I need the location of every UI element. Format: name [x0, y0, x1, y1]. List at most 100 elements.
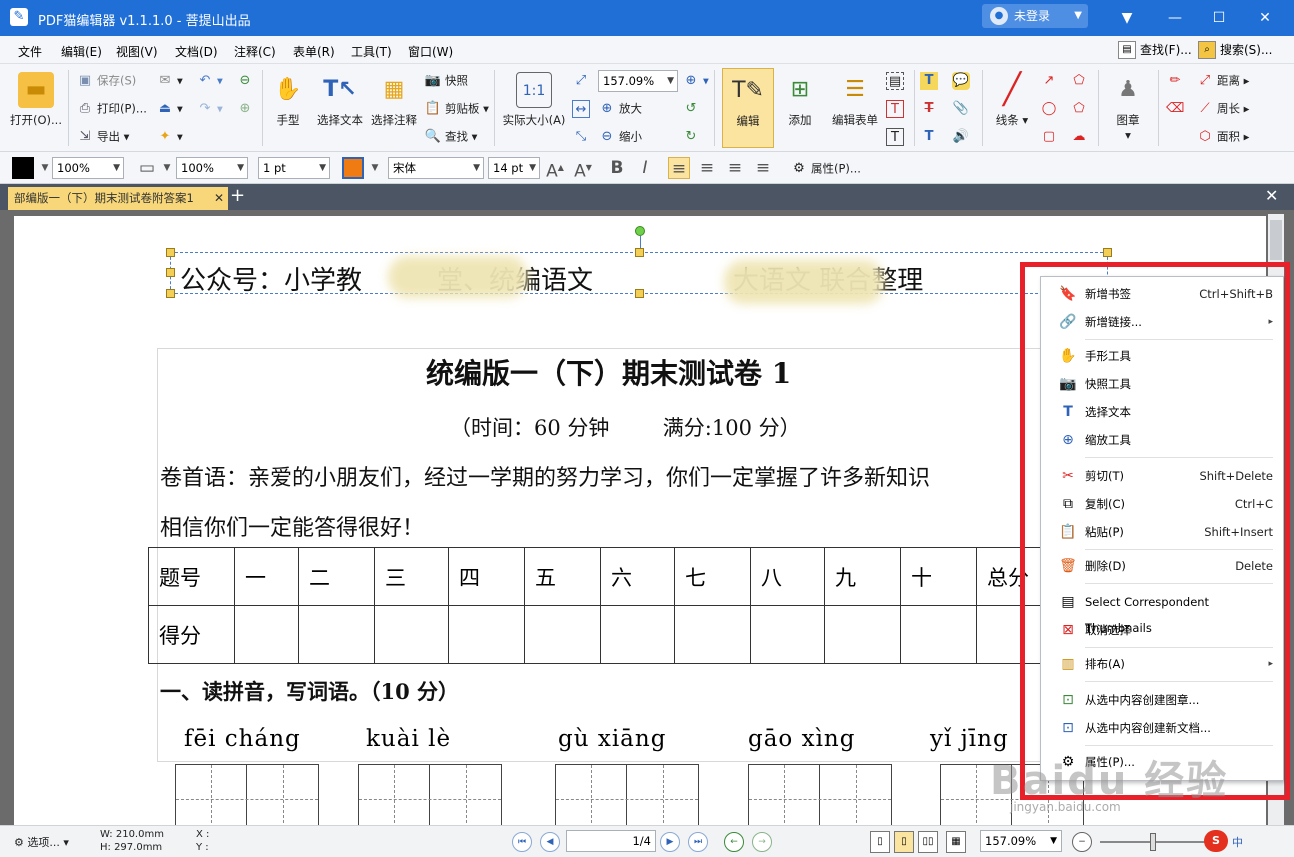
eraser-button[interactable]: ⌫	[1166, 100, 1187, 118]
font-size-select[interactable]: 14 pt ▼	[488, 157, 540, 179]
actual-size-button[interactable]: 1:1 实际大小(A)	[500, 72, 568, 128]
clipboard-button[interactable]: 📋 剪贴板 ▾	[424, 100, 489, 118]
menu-item-create-document[interactable]: ⊡ 从选中内容创建新文档...	[1047, 715, 1275, 741]
zoom-select[interactable]: 157.09% ▼	[980, 830, 1062, 852]
menu-window[interactable]: 窗口(W)	[408, 43, 453, 60]
add-tab-icon[interactable]: +	[230, 186, 245, 206]
menu-item-new-link[interactable]: 🔗 新增链接... ▸	[1047, 309, 1275, 335]
menu-view[interactable]: 视图(V)	[116, 43, 158, 60]
menu-item-new-bookmark[interactable]: 🔖 新增书签 Ctrl+Shift+B	[1047, 281, 1275, 307]
open-button[interactable]: ▬ 打开(O)...	[8, 72, 64, 128]
fit-visible-button[interactable]: ⤡	[572, 128, 593, 146]
close-icon[interactable]: ✕	[214, 187, 224, 210]
resize-handle[interactable]	[1103, 248, 1112, 257]
italic-icon[interactable]: I	[634, 157, 656, 179]
text-color-swatch[interactable]	[342, 157, 364, 179]
search-menu-button[interactable]: ⌕ 搜索(S)...	[1198, 40, 1272, 60]
font-family-select[interactable]: 宋体 ▼	[388, 157, 484, 179]
align-left-icon[interactable]: ≡	[668, 157, 690, 179]
options-button[interactable]: ⚙ 选项... ▾	[14, 834, 69, 850]
arrow-tool-button[interactable]: ↗	[1040, 72, 1061, 90]
menu-item-deselect[interactable]: ⊠ 取消选择	[1047, 617, 1275, 643]
zoom-out-button[interactable]: −	[1072, 832, 1092, 852]
new-doc-button[interactable]: ✦ ▾	[156, 128, 183, 146]
rotate-left-button[interactable]: ↺	[682, 100, 703, 118]
menu-edit[interactable]: 编辑(E)	[61, 43, 102, 60]
attach-button[interactable]: 📎	[952, 100, 973, 118]
scrollbar-thumb[interactable]	[1270, 220, 1282, 260]
chevron-down-icon[interactable]: ▼	[156, 157, 178, 179]
add-button[interactable]: ⊞ 添加	[776, 72, 824, 128]
underline-button[interactable]: T	[920, 128, 941, 146]
snapshot-button[interactable]: 📷 快照	[424, 72, 468, 90]
menu-document[interactable]: 文档(D)	[175, 43, 218, 60]
menu-item-cut[interactable]: ✂ 剪切(T) Shift+Delete	[1047, 463, 1275, 489]
menu-item-select-thumbnails[interactable]: ▤ Select Correspondent Thumbnails	[1047, 589, 1275, 635]
back-view-button[interactable]: ←	[724, 832, 744, 852]
pencil-button[interactable]: ✏	[1166, 72, 1187, 90]
stroke-color-icon[interactable]: ▭	[136, 157, 158, 179]
resize-handle[interactable]	[166, 268, 175, 277]
properties-button[interactable]: ⚙ 属性(P)...	[790, 160, 861, 178]
find-menu-button[interactable]: ▤ 查找(F)...	[1118, 40, 1192, 60]
zoom-slider-track[interactable]	[1100, 841, 1220, 843]
tab-document[interactable]: 部编版一（下）期末测试卷附答案1 ✕	[8, 187, 228, 210]
undo-button[interactable]: ↶ ▾	[196, 72, 223, 90]
hand-tool-button[interactable]: ✋ 手型	[268, 72, 308, 128]
text-field-button[interactable]: T	[886, 100, 907, 118]
strikeout-button[interactable]: T	[920, 100, 941, 118]
login-button[interactable]: ● 未登录 ▼	[982, 4, 1088, 28]
menu-file[interactable]: 文件	[18, 43, 42, 60]
menu-form[interactable]: 表单(R)	[293, 43, 335, 60]
back-button[interactable]: ⊖	[236, 72, 257, 90]
rotate-handle[interactable]	[635, 226, 645, 236]
redo-button[interactable]: ↷ ▾	[196, 100, 223, 118]
edit-form-button[interactable]: ☰ 编辑表单	[828, 72, 882, 128]
resize-handle[interactable]	[166, 248, 175, 257]
prev-page-button[interactable]: ◀	[540, 832, 560, 852]
menu-item-properties[interactable]: ⚙ 属性(P)...	[1047, 749, 1275, 775]
sound-button[interactable]: 🔊	[952, 128, 973, 146]
menu-item-zoom-tool[interactable]: ⊕ 缩放工具	[1047, 427, 1275, 453]
next-page-button[interactable]: ▶	[660, 832, 680, 852]
menu-item-snapshot-tool[interactable]: 📷 快照工具	[1047, 371, 1275, 397]
line-tool-button[interactable]: ╱ 线条 ▾	[990, 72, 1034, 128]
zoom-tool-button[interactable]: ⊕ ▾	[682, 72, 709, 90]
polyline-tool-button[interactable]: ⬠	[1070, 72, 1091, 90]
edit-button[interactable]: T✎ 编辑	[722, 68, 774, 148]
zoom-slider-thumb[interactable]	[1150, 833, 1156, 851]
save-button[interactable]: ▣ 保存(S)	[76, 72, 136, 90]
close-icon[interactable]: ✕	[1265, 186, 1278, 206]
close-button[interactable]: ✕	[1250, 6, 1280, 30]
zoom-in-button[interactable]: ⊕ 放大	[598, 100, 642, 118]
bold-icon[interactable]: B	[606, 157, 628, 179]
first-page-button[interactable]: ⏮	[512, 832, 532, 852]
minimize-button[interactable]: —	[1160, 6, 1190, 30]
justify-icon[interactable]: ≡	[752, 157, 774, 179]
menu-item-paste[interactable]: 📋 粘贴(P) Shift+Insert	[1047, 519, 1275, 545]
typewriter-button[interactable]: T	[920, 72, 941, 90]
facing-page-icon[interactable]: ▯▯	[918, 831, 938, 853]
export-button[interactable]: ⇲ 导出 ▾	[76, 128, 130, 146]
fit-width-button[interactable]: ↔	[572, 100, 593, 118]
upload-button[interactable]: ⏏ ▾	[156, 100, 183, 118]
find-button[interactable]: 🔍 查找 ▾	[424, 128, 478, 146]
perimeter-button[interactable]: ⟋ 周长 ▸	[1196, 100, 1249, 118]
align-right-icon[interactable]: ≡	[724, 157, 746, 179]
resize-handle[interactable]	[635, 248, 644, 257]
form-field-button[interactable]: ▤	[886, 72, 907, 90]
print-button[interactable]: ⎙ 打印(P)...	[76, 100, 147, 118]
polygon-tool-button[interactable]: ⬠	[1070, 100, 1091, 118]
chevron-down-icon[interactable]: ▼	[364, 157, 386, 179]
fill-opacity-select[interactable]: 100% ▼	[52, 157, 124, 179]
font-grow-icon[interactable]: A▲	[544, 157, 566, 182]
ellipse-tool-button[interactable]: ◯	[1040, 100, 1061, 118]
facing-continuous-icon[interactable]: ▦	[946, 831, 966, 853]
cloud-tool-button[interactable]: ☁	[1070, 128, 1091, 146]
forward-button[interactable]: ⊕	[236, 100, 257, 118]
forward-view-button[interactable]: →	[752, 832, 772, 852]
menu-item-create-stamp[interactable]: ⊡ 从选中内容创建图章...	[1047, 687, 1275, 713]
select-text-button[interactable]: T↖ 选择文本	[312, 72, 368, 128]
stamp-button[interactable]: ♟ 图章 ▾	[1104, 72, 1152, 142]
menu-item-arrange[interactable]: ▥ 排布(A) ▸	[1047, 651, 1275, 677]
